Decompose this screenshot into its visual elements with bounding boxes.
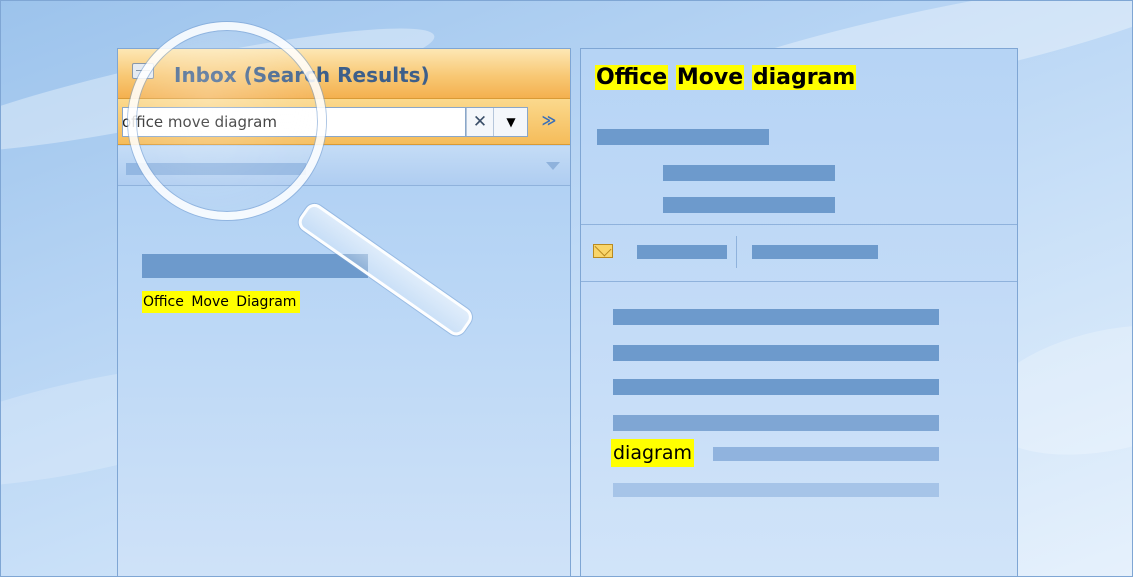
body-line-placeholder: [613, 379, 939, 395]
sent-date-placeholder: [663, 165, 835, 181]
info-placeholder: [637, 245, 727, 259]
body-line-placeholder: [613, 309, 939, 325]
result-subject: Office Move Diagram: [142, 291, 301, 313]
reading-header: Office Move diagram: [581, 49, 1017, 225]
expand-query-builder-button[interactable]: ≫: [538, 109, 560, 133]
subject-word: diagram: [751, 65, 857, 90]
body-line-placeholder: [613, 345, 939, 361]
message-subject: Office Move diagram: [595, 65, 857, 90]
subject-word: Office: [595, 65, 669, 90]
message-body: diagram: [581, 283, 1017, 577]
body-line-placeholder: [613, 415, 939, 431]
body-line-placeholder: [613, 483, 939, 497]
clear-search-button[interactable]: ✕: [466, 108, 494, 136]
body-keyword: diagram: [611, 439, 695, 467]
info-placeholder: [752, 245, 878, 259]
search-buttons: ✕ ▼: [466, 107, 528, 137]
result-sender-placeholder: [142, 254, 368, 278]
sender-placeholder: [597, 129, 769, 145]
message-info-bar: [581, 226, 1017, 282]
search-options-dropdown[interactable]: ▼: [497, 108, 525, 136]
recipient-placeholder: [663, 197, 835, 213]
subject-word: Move: [675, 65, 745, 90]
info-divider: [736, 236, 737, 268]
magnifying-glass-icon: [128, 22, 326, 220]
reading-pane: Office Move diagram diagram: [580, 48, 1018, 577]
body-line-placeholder: [713, 447, 939, 461]
sort-arrow-icon[interactable]: [546, 162, 560, 170]
envelope-icon: [593, 244, 613, 258]
